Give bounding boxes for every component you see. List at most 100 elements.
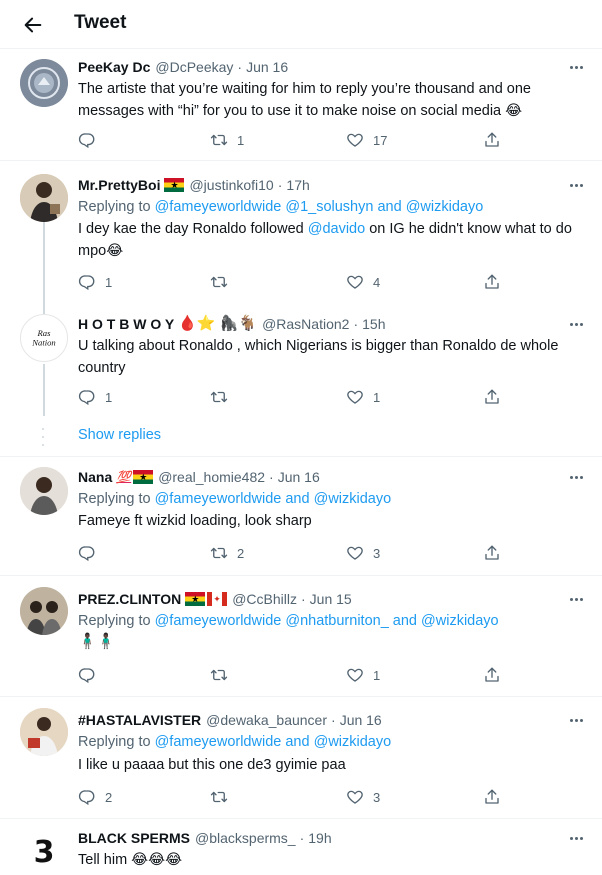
avatar[interactable]: Ras Nation [20,314,68,362]
mention-link[interactable]: @fameyeworldwide [155,199,282,215]
avatar[interactable] [20,467,68,515]
more-horizontal-icon[interactable] [566,314,586,334]
mention-link[interactable]: @wizkidayo [406,199,484,215]
author-name[interactable]: H O T B W O Y [78,314,174,334]
avatar[interactable]: 3 [20,828,68,875]
reply-button[interactable]: 1 [78,387,112,407]
replying-label: Replying to [78,613,151,629]
mention-link[interactable]: @1_solushyn [285,199,373,215]
retweet-button[interactable] [210,665,237,685]
tweet[interactable]: Mr.PrettyBoi @justinkofi10 · 17h Replyin… [0,162,602,304]
mention-link[interactable]: and [285,734,309,750]
separator: · [237,59,243,75]
reply-button[interactable]: 2 [78,787,112,807]
tweet[interactable]: Nana 💯 @real_homie482 · Jun 16 Replying … [0,457,602,576]
tweet-time[interactable]: 15h [362,314,385,334]
avatar[interactable] [20,59,68,107]
author-name[interactable]: Nana [78,467,112,487]
heart-icon [346,788,364,806]
author-name[interactable]: BLACK SPERMS [78,828,190,848]
author-name[interactable]: #HASTALAVISTER [78,710,201,730]
more-horizontal-icon[interactable] [566,710,586,730]
more-horizontal-icon[interactable] [566,175,586,195]
tweet-meta: PREZ.CLINTON @CcBhillz · Jun 15 [78,589,352,609]
avatar[interactable] [20,587,68,635]
author-handle[interactable]: @RasNation2 [262,314,349,334]
mention-link[interactable]: @fameyeworldwide [155,491,282,507]
show-replies-link[interactable]: Show replies [78,427,161,443]
share-button[interactable] [483,665,501,685]
like-button[interactable]: 1 [346,665,380,685]
like-button[interactable]: 3 [346,543,380,563]
mention-link[interactable]: @wizkidayo [314,734,392,750]
replying-label: Replying to [78,491,151,507]
svg-text:Ras: Ras [37,328,52,338]
share-button[interactable] [483,387,501,407]
avatar[interactable] [20,708,68,756]
tweet-time[interactable]: Jun 15 [310,589,352,609]
author-name[interactable]: PREZ.CLINTON [78,589,181,609]
share-icon [483,131,501,149]
share-button[interactable] [483,272,501,292]
avatar[interactable] [20,174,68,222]
tweet-time[interactable]: Jun 16 [246,57,288,77]
like-count: 1 [373,667,381,683]
tweet-time[interactable]: Jun 16 [278,467,320,487]
tweet-time[interactable]: 17h [286,175,309,195]
mention-link[interactable]: and [393,613,417,629]
reply-button[interactable] [78,130,105,150]
tweet[interactable]: 3 BLACK SPERMS @blacksperms_ · 19h Tell … [0,820,602,875]
svg-text:3: 3 [34,835,55,870]
retweet-button[interactable]: 1 [210,130,244,150]
tweet-time[interactable]: 19h [308,828,331,848]
more-horizontal-icon[interactable] [566,828,586,848]
share-button[interactable] [483,130,501,150]
mention-link[interactable]: @wizkidayo [314,491,392,507]
author-handle[interactable]: @dewaka_bauncer [206,710,327,730]
author-handle[interactable]: @DcPeekay [155,57,233,77]
retweet-button[interactable] [210,387,237,407]
author-name[interactable]: Mr.PrettyBoi [78,175,160,195]
like-button[interactable]: 17 [346,130,387,150]
share-button[interactable] [483,543,501,563]
author-handle[interactable]: @justinkofi10 [189,175,273,195]
arrow-left-icon[interactable] [16,8,50,42]
retweet-icon [210,666,228,684]
author-handle[interactable]: @real_homie482 [158,467,265,487]
more-horizontal-icon[interactable] [566,589,586,609]
reply-icon [78,131,96,149]
tweet[interactable]: Ras Nation H O T B W O Y 🩸⭐ 🦍🐐 @RasNation… [0,306,602,420]
mention-link[interactable]: @wizkidayo [421,613,499,629]
author-name[interactable]: PeeKay Dc [78,57,150,77]
reply-button[interactable] [78,543,105,563]
reply-count: 1 [105,389,113,405]
hundred-icon: 💯 [116,470,132,484]
more-horizontal-icon[interactable] [566,467,586,487]
author-handle[interactable]: @blacksperms_ [195,828,296,848]
more-horizontal-icon[interactable] [566,57,586,77]
tweet[interactable]: PeeKay Dc @DcPeekay · Jun 16 The artiste… [0,49,602,161]
like-button[interactable]: 1 [346,387,380,407]
mention-link[interactable]: and [285,491,309,507]
like-button[interactable]: 3 [346,787,380,807]
retweet-count: 2 [237,545,245,561]
author-handle[interactable]: @CcBhillz [232,589,297,609]
retweet-button[interactable] [210,787,237,807]
like-button[interactable]: 4 [346,272,380,292]
reply-icon [78,544,96,562]
mention-link[interactable]: and [377,199,401,215]
mention-link[interactable]: @davido [308,221,365,237]
tweet-time[interactable]: Jun 16 [340,710,382,730]
tweet[interactable]: #HASTALAVISTER @dewaka_bauncer · Jun 16 … [0,698,602,819]
retweet-button[interactable]: 2 [210,543,244,563]
mention-link[interactable]: @nhatburniton_ [285,613,388,629]
mention-link[interactable]: @fameyeworldwide [155,613,282,629]
replying-label: Replying to [78,734,151,750]
mention-link[interactable]: @fameyeworldwide [155,734,282,750]
heart-icon [346,388,364,406]
tweet[interactable]: PREZ.CLINTON @CcBhillz · Jun 15 Replying… [0,577,602,697]
share-button[interactable] [483,787,501,807]
retweet-button[interactable] [210,272,237,292]
reply-button[interactable]: 1 [78,272,112,292]
reply-button[interactable] [78,665,105,685]
